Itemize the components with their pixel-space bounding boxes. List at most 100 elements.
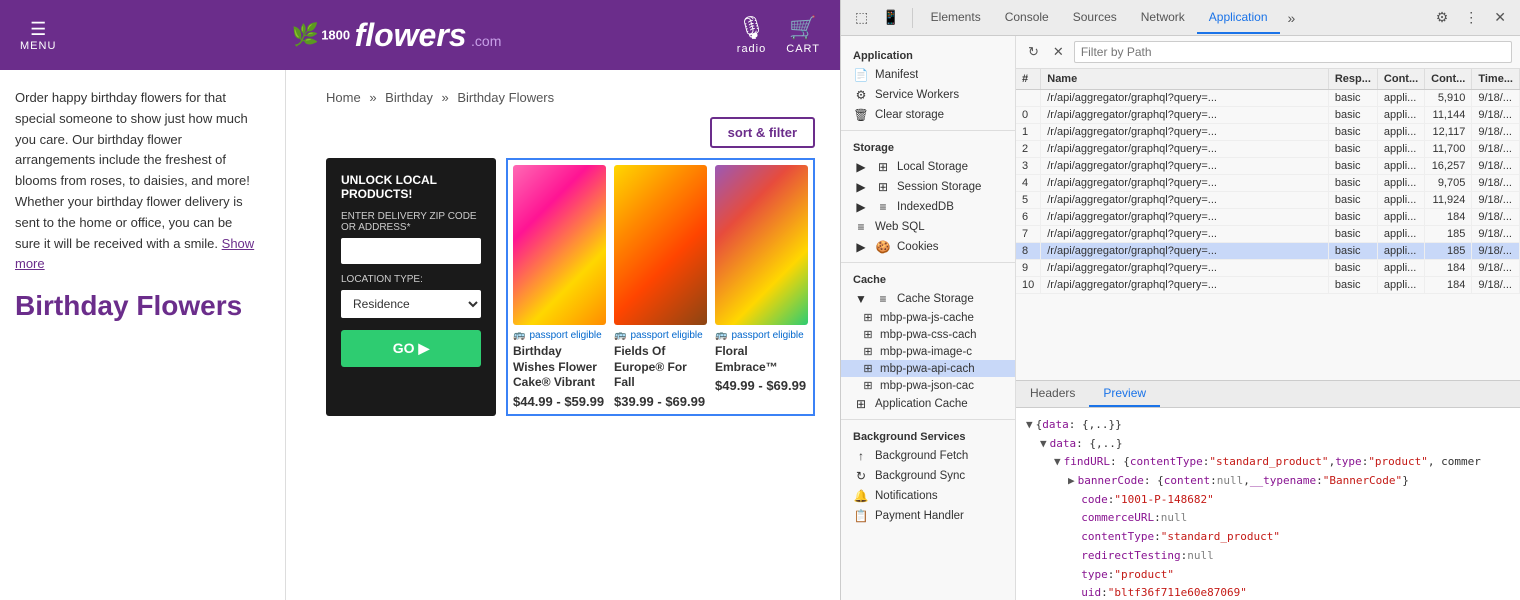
cell-id: 0 bbox=[1016, 107, 1041, 124]
col-header-time[interactable]: Time... bbox=[1472, 69, 1520, 90]
sidebar-item-mbp-pwa-json[interactable]: ⊞ mbp-pwa-json-cac bbox=[841, 377, 1015, 394]
app-cache-icon: ⊞ bbox=[853, 397, 869, 411]
tab-headers[interactable]: Headers bbox=[1016, 381, 1089, 407]
product-card-2[interactable]: 🚌 passport eligible Fields Of Europe® Fo… bbox=[614, 165, 707, 409]
arrow-1[interactable]: ▼ bbox=[1026, 416, 1033, 435]
arrow-3[interactable]: ▼ bbox=[1054, 453, 1061, 472]
cell-resp: basic bbox=[1328, 243, 1377, 260]
tab-console[interactable]: Console bbox=[993, 2, 1061, 34]
sidebar-item-indexeddb[interactable]: ▶ ≡ IndexedDB bbox=[841, 197, 1015, 217]
menu-button[interactable]: ☰ MENU bbox=[20, 19, 56, 52]
sidebar-item-websql[interactable]: ≡ Web SQL bbox=[841, 217, 1015, 237]
bg-fetch-icon: ↑ bbox=[853, 449, 869, 463]
devtools-settings-button[interactable]: ⚙ bbox=[1430, 5, 1455, 30]
table-row[interactable]: 7 /r/api/aggregator/graphql?query=... ba… bbox=[1016, 226, 1520, 243]
table-row[interactable]: 10 /r/api/aggregator/graphql?query=... b… bbox=[1016, 277, 1520, 294]
sidebar-item-cookies[interactable]: ▶ 🍪 Cookies bbox=[841, 237, 1015, 257]
sidebar-item-cache-storage[interactable]: ▼ ≡ Cache Storage bbox=[841, 289, 1015, 309]
network-table-body: /r/api/aggregator/graphql?query=... basi… bbox=[1016, 90, 1520, 294]
devtools-close-button[interactable]: ✕ bbox=[1488, 5, 1512, 30]
json-code-key: code bbox=[1081, 491, 1108, 510]
json-banner-key: bannerCode bbox=[1078, 472, 1144, 491]
refresh-button[interactable]: ↻ bbox=[1024, 42, 1043, 62]
location-select[interactable]: Residence bbox=[341, 290, 481, 318]
cell-name: /r/api/aggregator/graphql?query=... bbox=[1041, 107, 1329, 124]
sidebar-item-app-cache[interactable]: ⊞ Application Cache bbox=[841, 394, 1015, 414]
table-row[interactable]: /r/api/aggregator/graphql?query=... basi… bbox=[1016, 90, 1520, 107]
go-button[interactable]: GO ▶ bbox=[341, 330, 481, 367]
cell-name: /r/api/aggregator/graphql?query=... bbox=[1041, 243, 1329, 260]
tab-preview[interactable]: Preview bbox=[1089, 381, 1160, 407]
zip-input[interactable] bbox=[341, 238, 481, 264]
arrow-4[interactable]: ▶ bbox=[1068, 472, 1075, 491]
tab-sources[interactable]: Sources bbox=[1061, 2, 1129, 34]
sidebar-item-service-workers[interactable]: ⚙ Service Workers bbox=[841, 85, 1015, 105]
cell-resp: basic bbox=[1328, 277, 1377, 294]
logo-1800: 1800 bbox=[321, 27, 350, 42]
sidebar-item-mbp-pwa-css[interactable]: ⊞ mbp-pwa-css-cach bbox=[841, 326, 1015, 343]
product-name-3: Floral Embrace™ bbox=[715, 344, 808, 375]
site-logo[interactable]: 🌿 1800 flowers .com bbox=[292, 17, 502, 54]
table-row[interactable]: 6 /r/api/aggregator/graphql?query=... ba… bbox=[1016, 209, 1520, 226]
sidebar-item-session-storage[interactable]: ▶ ⊞ Session Storage bbox=[841, 177, 1015, 197]
sidebar-item-notifications[interactable]: 🔔 Notifications bbox=[841, 486, 1015, 506]
session-storage-icon: ⊞ bbox=[875, 180, 891, 194]
sidebar-item-payment-handler[interactable]: 📋 Payment Handler bbox=[841, 506, 1015, 526]
cell-cont1: appli... bbox=[1377, 175, 1424, 192]
cell-id: 3 bbox=[1016, 158, 1041, 175]
json-line-7: contentType: "standard_product" bbox=[1026, 528, 1510, 547]
radio-button[interactable]: 🎙 radio bbox=[737, 15, 766, 55]
product-card-3[interactable]: 🚌 passport eligible Floral Embrace™ $49.… bbox=[715, 165, 808, 409]
filter-input[interactable] bbox=[1074, 41, 1512, 63]
table-row[interactable]: 2 /r/api/aggregator/graphql?query=... ba… bbox=[1016, 141, 1520, 158]
col-header-id: # bbox=[1016, 69, 1041, 90]
sidebar-item-bg-sync[interactable]: ↻ Background Sync bbox=[841, 466, 1015, 486]
sidebar-item-mbp-pwa-image[interactable]: ⊞ mbp-pwa-image-c bbox=[841, 343, 1015, 360]
arrow-2[interactable]: ▼ bbox=[1040, 435, 1047, 454]
expand-icon: ▶ bbox=[853, 160, 869, 174]
cell-name: /r/api/aggregator/graphql?query=... bbox=[1041, 90, 1329, 107]
tab-more-button[interactable]: » bbox=[1280, 6, 1304, 30]
sidebar-item-mbp-pwa-api[interactable]: ⊞ mbp-pwa-api-cach bbox=[841, 360, 1015, 377]
zip-label: ENTER DELIVERY ZIP CODE OR ADDRESS* bbox=[341, 211, 481, 233]
col-header-name[interactable]: Name bbox=[1041, 69, 1329, 90]
clear-button[interactable]: ✕ bbox=[1049, 42, 1068, 62]
devtools-device-button[interactable]: 📱 bbox=[876, 5, 905, 30]
breadcrumb-home[interactable]: Home bbox=[326, 90, 361, 105]
col-header-cont2[interactable]: Cont... bbox=[1425, 69, 1472, 90]
sidebar-payment-label: Payment Handler bbox=[875, 510, 964, 522]
sidebar-item-mbp-pwa-js[interactable]: ⊞ mbp-pwa-js-cache bbox=[841, 309, 1015, 326]
table-row[interactable]: 0 /r/api/aggregator/graphql?query=... ba… bbox=[1016, 107, 1520, 124]
col-header-resp[interactable]: Resp... bbox=[1328, 69, 1377, 90]
product-price-2: $39.99 - $69.99 bbox=[614, 394, 707, 409]
sidebar-item-bg-fetch[interactable]: ↑ Background Fetch bbox=[841, 446, 1015, 466]
vertical-divider bbox=[285, 70, 286, 600]
sidebar-item-manifest[interactable]: 📄 Manifest bbox=[841, 65, 1015, 85]
sidebar-item-local-storage[interactable]: ▶ ⊞ Local Storage bbox=[841, 157, 1015, 177]
cell-time: 9/18/... bbox=[1472, 192, 1520, 209]
sort-filter-button[interactable]: sort & filter bbox=[710, 117, 815, 148]
cart-button[interactable]: 🛒 CART bbox=[786, 15, 820, 55]
table-row[interactable]: 3 /r/api/aggregator/graphql?query=... ba… bbox=[1016, 158, 1520, 175]
tab-application[interactable]: Application bbox=[1197, 2, 1280, 34]
table-row[interactable]: 4 /r/api/aggregator/graphql?query=... ba… bbox=[1016, 175, 1520, 192]
cell-id: 4 bbox=[1016, 175, 1041, 192]
cell-name: /r/api/aggregator/graphql?query=... bbox=[1041, 192, 1329, 209]
zip-widget: UNLOCK LOCAL PRODUCTS! ENTER DELIVERY ZI… bbox=[326, 158, 496, 416]
col-header-cont1[interactable]: Cont... bbox=[1377, 69, 1424, 90]
tab-elements[interactable]: Elements bbox=[919, 2, 993, 34]
local-storage-icon: ⊞ bbox=[875, 160, 891, 174]
table-row[interactable]: 9 /r/api/aggregator/graphql?query=... ba… bbox=[1016, 260, 1520, 277]
table-row[interactable]: 5 /r/api/aggregator/graphql?query=... ba… bbox=[1016, 192, 1520, 209]
breadcrumb-birthday[interactable]: Birthday bbox=[385, 90, 433, 105]
passport-icon-3: 🚌 bbox=[715, 330, 727, 341]
product-card-1[interactable]: 🚌 passport eligible Birthday Wishes Flow… bbox=[513, 165, 606, 409]
sidebar-item-clear-storage[interactable]: 🗑 Clear storage bbox=[841, 105, 1015, 125]
sidebar-bg-sync-label: Background Sync bbox=[875, 470, 965, 482]
tab-network[interactable]: Network bbox=[1129, 2, 1197, 34]
table-row[interactable]: 8 /r/api/aggregator/graphql?query=... ba… bbox=[1016, 243, 1520, 260]
network-table-container[interactable]: # Name Resp... Cont... Cont... Time... /… bbox=[1016, 69, 1520, 380]
table-row[interactable]: 1 /r/api/aggregator/graphql?query=... ba… bbox=[1016, 124, 1520, 141]
devtools-menu-button[interactable]: ⋮ bbox=[1458, 5, 1484, 30]
devtools-inspect-button[interactable]: ⬚ bbox=[849, 5, 874, 30]
